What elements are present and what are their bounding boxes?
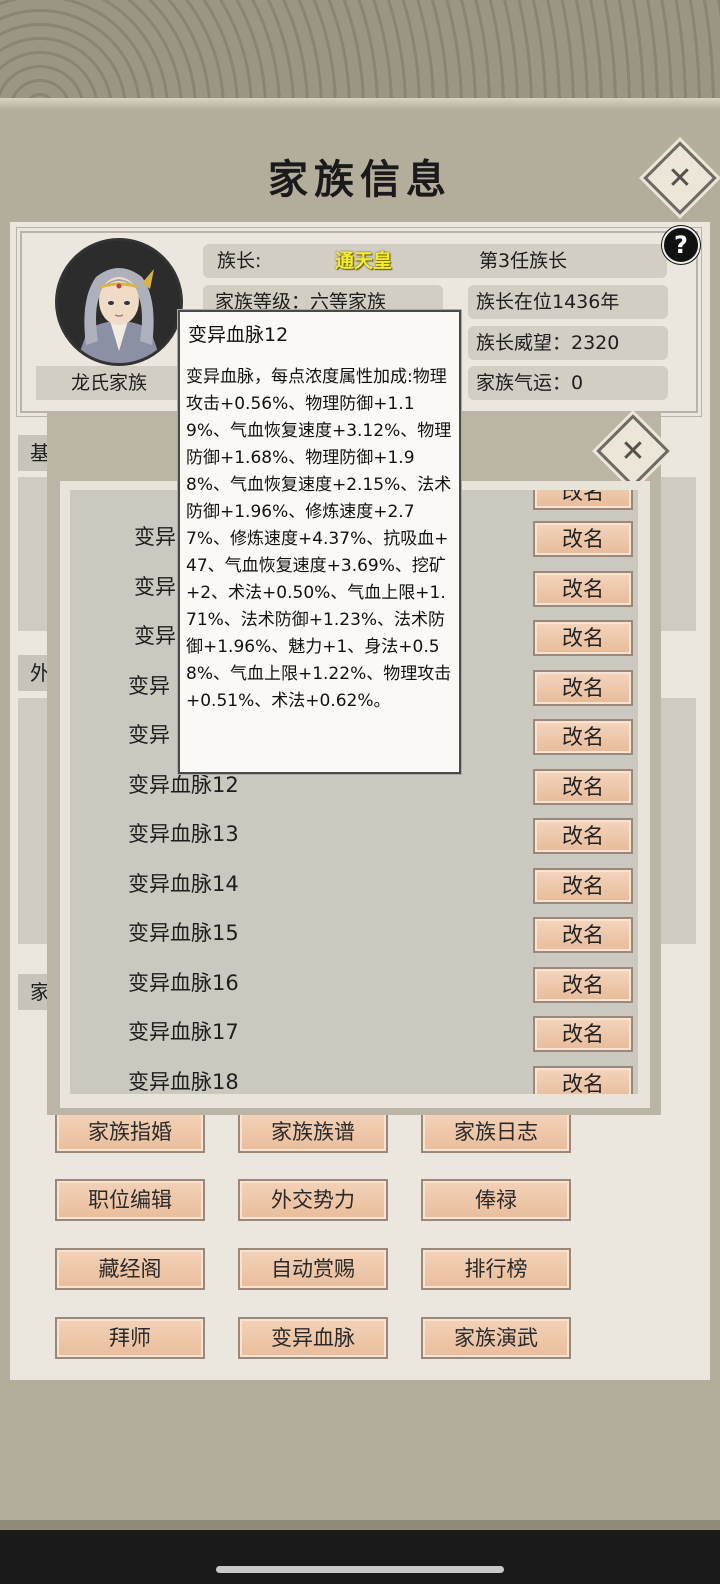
auto-reward-button[interactable]: 自动赏赐 [238,1248,388,1290]
patriarch-label: 族长: [217,250,262,272]
list-item: 变异血脉18 改名 [70,1057,638,1094]
rename-button[interactable]: 改名 [533,917,633,953]
fortune-cell: 家族气运：0 [468,366,668,400]
list-item: 变异血脉16 改名 [70,958,638,1008]
mutant-bloodline-button[interactable]: 变异血脉 [238,1317,388,1359]
tooltip-title: 变异血脉12 [188,324,289,346]
avatar[interactable] [55,238,183,366]
family-name: 龙氏家族 [36,366,182,400]
bloodline-name: 变异 [134,525,176,549]
rename-button[interactable]: 改名 [533,868,633,904]
bloodline-tooltip: 变异血脉12 变异血脉，每点浓度属性加成:物理攻击+0.56%、物理防御+1.1… [178,310,461,774]
bloodline-name: 变异 [128,723,170,747]
salary-button[interactable]: 俸禄 [421,1179,571,1221]
apprentice-button[interactable]: 拜师 [55,1317,205,1359]
family-tree-button[interactable]: 家族族谱 [238,1111,388,1153]
rename-button[interactable]: 改名 [533,490,633,510]
bloodline-name: 变异 [134,624,176,648]
rename-button[interactable]: 改名 [533,571,633,607]
rename-button[interactable]: 改名 [533,620,633,656]
bloodline-name: 变异血脉17 [128,1020,239,1044]
family-log-button[interactable]: 家族日志 [421,1111,571,1153]
bloodline-name: 变异血脉16 [128,971,239,995]
rename-button[interactable]: 改名 [533,1016,633,1052]
close-icon: ✕ [620,433,646,469]
close-icon: ✕ [667,160,693,196]
tenure-cell: 族长在位1436年 [468,285,668,319]
bloodline-name: 变异 [128,674,170,698]
header-decoration [0,0,720,110]
rename-button[interactable]: 改名 [533,769,633,805]
bloodline-name: 变异血脉14 [128,872,239,896]
tooltip-body: 变异血脉，每点浓度属性加成:物理攻击+0.56%、物理防御+1.19%、气血恢复… [186,367,452,711]
home-indicator[interactable] [216,1566,504,1573]
page-title: 家族信息 [268,156,452,203]
arrange-marriage-button[interactable]: 家族指婚 [55,1111,205,1153]
bloodline-name: 变异血脉15 [128,921,239,945]
footer-decoration [0,1520,720,1530]
rename-button[interactable]: 改名 [533,521,633,557]
rename-button[interactable]: 改名 [533,818,633,854]
list-item: 变异血脉13 改名 [70,809,638,859]
rename-button[interactable]: 改名 [533,670,633,706]
prestige-cell: 族长威望：2320 [468,326,668,360]
patriarch-name[interactable]: 通天皇 [335,244,392,278]
scripture-pavilion-button[interactable]: 藏经阁 [55,1248,205,1290]
rename-button[interactable]: 改名 [533,967,633,1003]
question-icon: ? [674,231,688,259]
rename-button[interactable]: 改名 [533,719,633,755]
leaderboard-button[interactable]: 排行榜 [421,1248,571,1290]
list-item: 变异血脉17 改名 [70,1007,638,1057]
diplomacy-button[interactable]: 外交势力 [238,1179,388,1221]
bloodline-name: 变异血脉13 [128,822,239,846]
help-button[interactable]: ? [662,226,700,264]
position-edit-button[interactable]: 职位编辑 [55,1179,205,1221]
bloodline-name: 变异 [134,575,176,599]
patriarch-row: 族长: 通天皇 第3任族长 [203,244,667,278]
list-item: 变异血脉14 改名 [70,859,638,909]
system-navigation-bar [0,1520,720,1584]
patriarch-order: 第3任族长 [479,250,568,272]
rename-button[interactable]: 改名 [533,1066,633,1094]
family-martial-button[interactable]: 家族演武 [421,1317,571,1359]
bloodline-name: 变异血脉18 [128,1070,239,1094]
list-item: 变异血脉15 改名 [70,908,638,958]
